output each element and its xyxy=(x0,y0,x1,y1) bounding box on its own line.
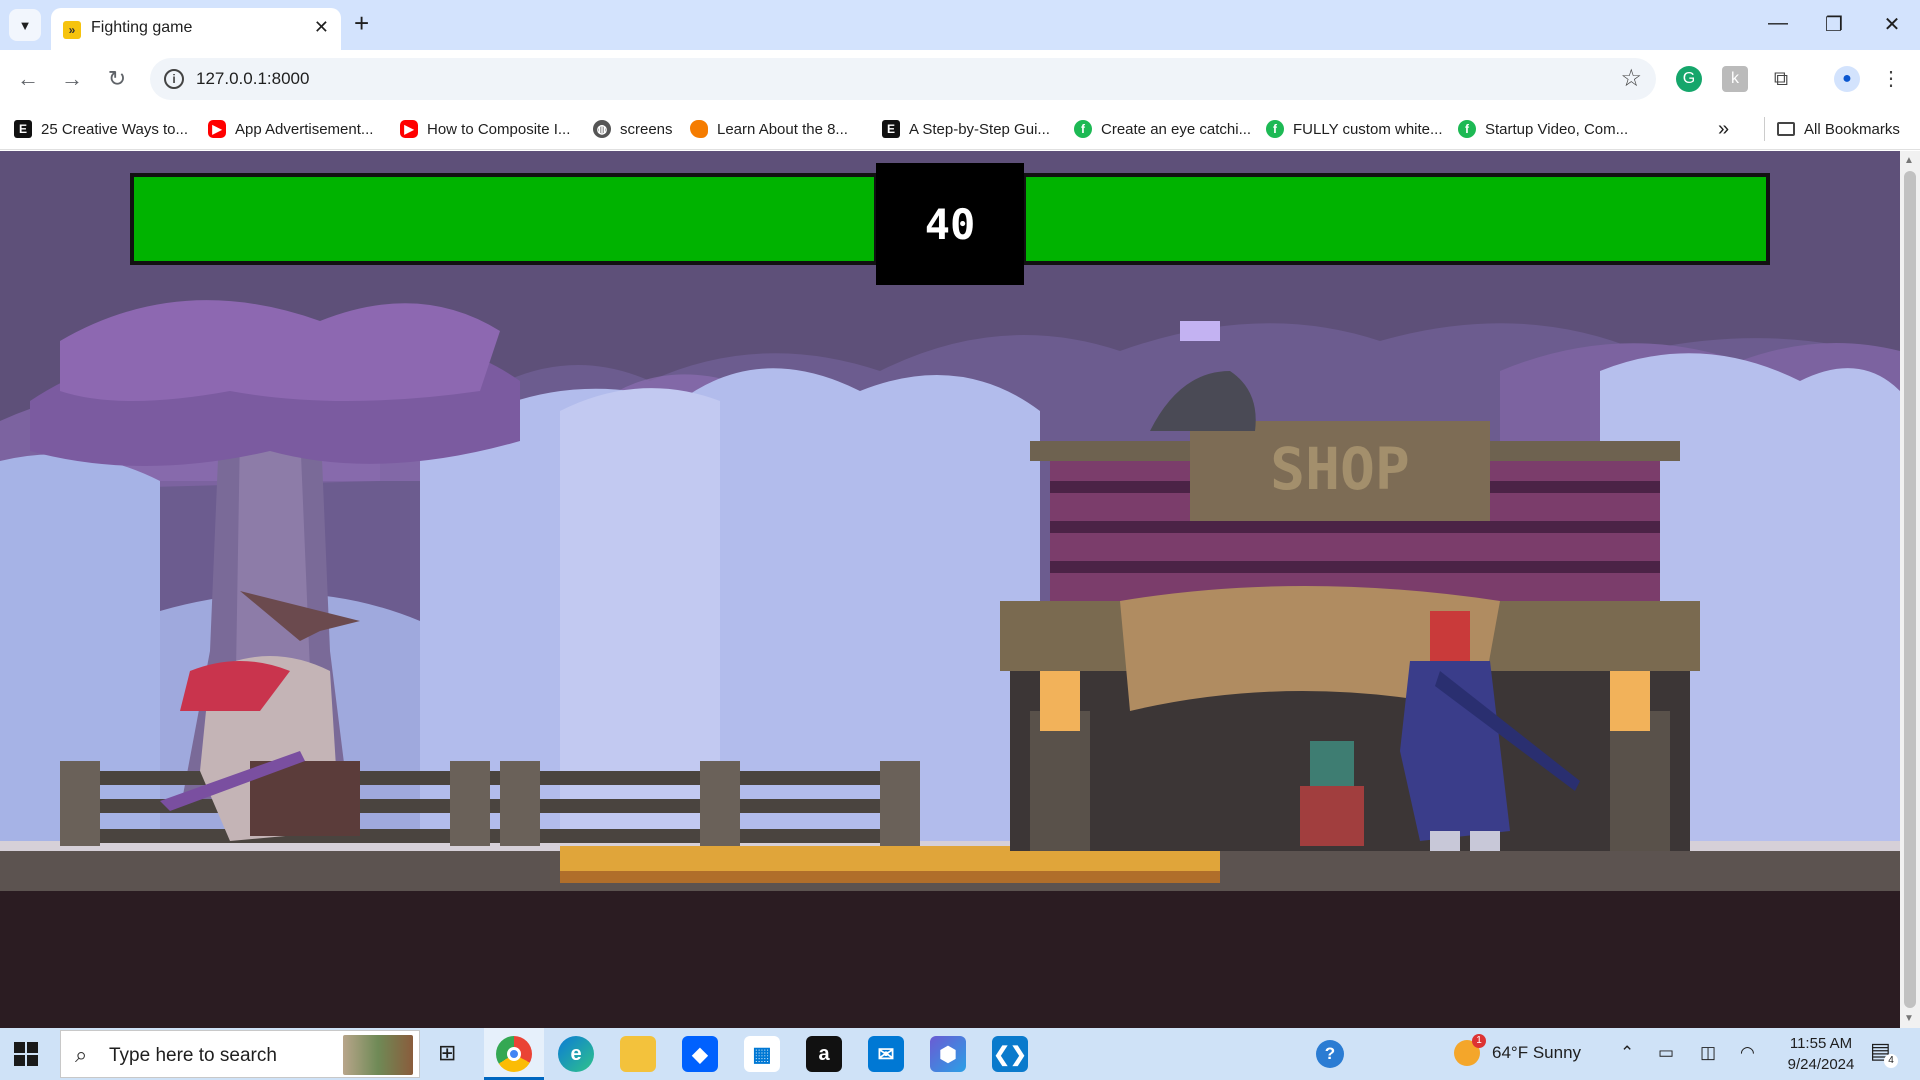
grammarly-extension-icon[interactable]: G xyxy=(1676,66,1702,92)
bookmark-label: Learn About the 8... xyxy=(717,120,848,138)
shop-sign-text: SHOP xyxy=(1270,435,1410,503)
browser-toolbar: ← → ↻ i 127.0.0.1:8000 ☆ G k ⧉ ● ⋮ xyxy=(0,50,1920,108)
puzzle-icon[interactable]: ⧉ xyxy=(1768,66,1794,92)
bookmark-item[interactable]: Learn About the 8... xyxy=(690,117,848,141)
more-bookmarks-chevron-icon[interactable]: » xyxy=(1718,117,1729,141)
green-icon: f xyxy=(1266,120,1284,138)
folder-icon xyxy=(1777,122,1795,136)
hud: 40 xyxy=(130,163,1770,285)
bookmark-item[interactable]: f Create an eye catchi... xyxy=(1074,117,1251,141)
orange-icon xyxy=(690,120,708,138)
e-icon: E xyxy=(882,120,900,138)
chrome-icon[interactable] xyxy=(496,1036,532,1072)
all-bookmarks-label: All Bookmarks xyxy=(1804,120,1900,138)
bookmark-label: Startup Video, Com... xyxy=(1485,120,1629,138)
green-icon: f xyxy=(1074,120,1092,138)
tab-title: Fighting game xyxy=(91,19,193,36)
forward-arrow-icon[interactable]: → xyxy=(58,66,86,92)
youtube-icon: ▶ xyxy=(400,120,418,138)
profile-avatar-icon[interactable]: ● xyxy=(1834,66,1860,92)
chevron-down-icon: ▼ xyxy=(18,17,32,33)
help-icon[interactable]: ? xyxy=(1316,1040,1344,1068)
file-explorer-icon[interactable] xyxy=(620,1036,656,1072)
extension-icon[interactable]: k xyxy=(1722,66,1748,92)
task-view-icon[interactable]: ⊞ xyxy=(438,1040,456,1066)
green-icon: f xyxy=(1458,120,1476,138)
edge-icon[interactable]: e xyxy=(558,1036,594,1072)
vscode-icon[interactable]: ❮❯ xyxy=(992,1036,1028,1072)
tab-fighting-game[interactable]: » Fighting game ✕ xyxy=(51,8,341,50)
back-arrow-icon[interactable]: ← xyxy=(14,66,42,92)
battery-icon[interactable]: ▭ xyxy=(1658,1043,1674,1063)
bookmark-label: A Step-by-Step Gui... xyxy=(909,120,1050,138)
address-bar[interactable]: i 127.0.0.1:8000 ☆ xyxy=(150,58,1656,100)
bookmark-item[interactable]: ▶ How to Composite I... xyxy=(400,117,570,141)
meet-now-icon[interactable]: ◫ xyxy=(1700,1043,1716,1063)
taskbar-search-input[interactable]: ⌕ Type here to search xyxy=(60,1030,420,1078)
bookmark-label: 25 Creative Ways to... xyxy=(41,120,188,138)
bookmark-label: App Advertisement... xyxy=(235,120,374,138)
all-bookmarks-button[interactable]: All Bookmarks xyxy=(1764,117,1900,141)
site-info-icon[interactable]: i xyxy=(164,69,184,89)
menu-kebab-icon[interactable]: ⋮ xyxy=(1878,66,1904,92)
tab-favicon-icon: » xyxy=(63,21,81,39)
round-timer: 40 xyxy=(876,163,1024,285)
search-placeholder: Type here to search xyxy=(109,1045,277,1066)
scrollbar-thumb[interactable] xyxy=(1904,171,1916,1008)
e-icon: E xyxy=(14,120,32,138)
weather-badge: 1 xyxy=(1472,1034,1486,1048)
search-highlight-image xyxy=(343,1035,413,1075)
bookmark-label: How to Composite I... xyxy=(427,120,571,138)
bookmark-label: Create an eye catchi... xyxy=(1101,120,1252,138)
dropbox-icon[interactable]: ◆ xyxy=(682,1036,718,1072)
url-text[interactable]: 127.0.0.1:8000 xyxy=(196,69,309,89)
youtube-icon: ▶ xyxy=(208,120,226,138)
microsoft-store-icon[interactable]: ▦ xyxy=(744,1036,780,1072)
scroll-down-icon[interactable]: ▼ xyxy=(1904,1013,1914,1024)
bookmark-label: FULLY custom white... xyxy=(1293,120,1443,138)
bookmark-star-icon[interactable]: ☆ xyxy=(1620,64,1642,93)
bookmark-label: screens xyxy=(620,120,673,138)
restore-button[interactable]: ❐ xyxy=(1822,12,1846,37)
minimize-button[interactable]: — xyxy=(1766,12,1790,35)
bookmark-item[interactable]: f FULLY custom white... xyxy=(1266,117,1443,141)
search-icon: ⌕ xyxy=(75,1042,88,1067)
tab-search-button[interactable]: ▼ xyxy=(9,9,41,41)
windows-start-icon[interactable] xyxy=(14,1042,38,1066)
bookmark-item[interactable]: ▶ App Advertisement... xyxy=(208,117,373,141)
copilot-icon[interactable]: ⬢ xyxy=(930,1036,966,1072)
new-tab-button[interactable]: + xyxy=(354,9,369,37)
bookmark-item[interactable]: f Startup Video, Com... xyxy=(1458,117,1628,141)
bookmark-item[interactable]: E A Step-by-Step Gui... xyxy=(882,117,1050,141)
page-scrollbar[interactable]: ▲ ▼ xyxy=(1900,151,1920,1028)
system-clock[interactable]: 11:55 AM 9/24/2024 xyxy=(1776,1033,1866,1075)
close-window-button[interactable]: ✕ xyxy=(1880,12,1904,37)
bookmarks-bar: E 25 Creative Ways to... ▶ App Advertiseme… xyxy=(0,108,1920,150)
enemy-health-bar xyxy=(1022,173,1770,265)
reload-icon[interactable]: ↻ xyxy=(103,66,131,92)
weather-text[interactable]: 64°F Sunny xyxy=(1492,1043,1581,1063)
globe-icon: ◍ xyxy=(593,120,611,138)
notification-count: 4 xyxy=(1884,1054,1898,1068)
bookmark-item[interactable]: E 25 Creative Ways to... xyxy=(14,117,188,141)
amazon-icon[interactable]: a xyxy=(806,1036,842,1072)
clock-date: 9/24/2024 xyxy=(1787,1056,1855,1073)
mail-icon[interactable]: ✉ xyxy=(868,1036,904,1072)
chevron-up-icon[interactable]: ⌃ xyxy=(1620,1043,1634,1063)
bookmark-item[interactable]: ◍ screens xyxy=(593,117,673,141)
game-canvas[interactable]: SHOP 40 xyxy=(0,151,1900,1028)
scroll-up-icon[interactable]: ▲ xyxy=(1904,155,1914,166)
tab-close-icon[interactable]: ✕ xyxy=(314,17,329,38)
player-health-bar xyxy=(130,173,878,265)
windows-taskbar: ⌕ Type here to search ⊞ e ◆ ▦ a ✉ ⬢ ❮❯ ?… xyxy=(0,1028,1920,1080)
clock-time: 11:55 AM xyxy=(1789,1035,1853,1052)
wifi-icon[interactable]: ◠ xyxy=(1740,1043,1755,1063)
tab-strip: ▼ » Fighting game ✕ + — ❐ ✕ xyxy=(0,0,1920,50)
